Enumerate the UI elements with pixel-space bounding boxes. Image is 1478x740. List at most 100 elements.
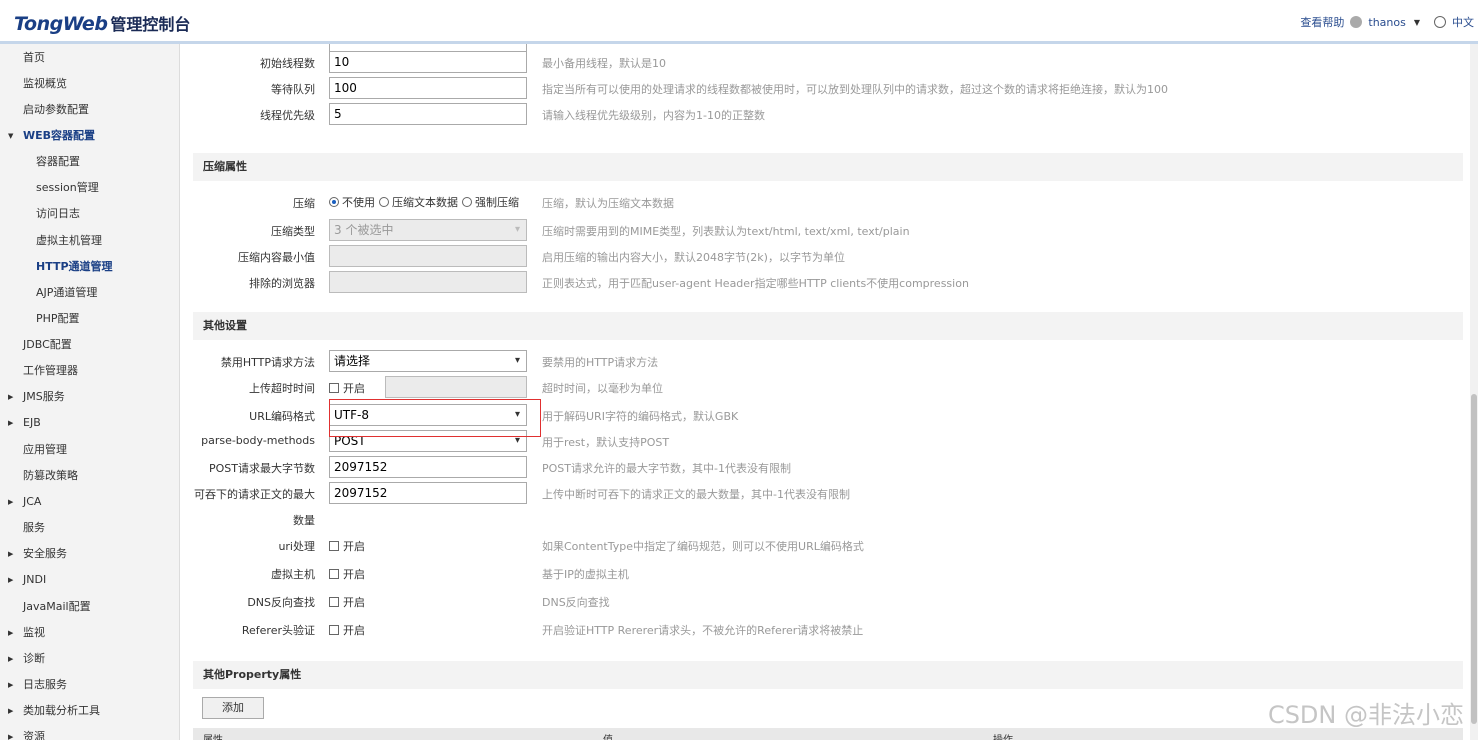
sidebar-item[interactable]: HTTP通道管理 (0, 254, 113, 280)
upload-timeout-input[interactable] (385, 376, 527, 398)
row-compression-min: 压缩内容最小值 启用压缩的输出内容大小，默认2048字节(2k)，以字节为单位 (193, 243, 1463, 269)
checkbox-label: 开启 (343, 596, 365, 609)
sidebar-item[interactable]: ▶ EJB (0, 410, 41, 436)
checkbox-label: 开启 (343, 568, 365, 581)
scrollbar-thumb[interactable] (1471, 394, 1477, 724)
chevron-right-icon[interactable]: ▶ (8, 384, 13, 410)
radio-no-compress[interactable] (329, 197, 339, 207)
sidebar-item[interactable]: 访问日志 (0, 201, 80, 227)
row-upload-timeout: 上传超时时间 开启 超时时间，以毫秒为单位 (193, 374, 1463, 400)
sidebar-item[interactable]: ▶ 资源 (0, 724, 45, 740)
checkbox-label: 开启 (343, 540, 365, 553)
label-parse-body: parse-body-methods (201, 434, 315, 447)
sidebar-item[interactable]: 服务 (0, 515, 45, 541)
init-threads-input[interactable]: 10 (329, 51, 527, 73)
sidebar-item[interactable]: ▶ 监视 (0, 620, 45, 646)
hint-wait-queue: 指定当所有可以使用的处理请求的线程数都被使用时，可以放到处理队列中的请求数，超过… (542, 83, 1168, 96)
chevron-down-icon[interactable]: ▼ (8, 123, 13, 149)
sidebar-item[interactable]: ▶ JMS服务 (0, 384, 65, 410)
label-referer-check: Referer头验证 (241, 624, 315, 637)
sidebar-item[interactable]: ▶ 安全服务 (0, 541, 67, 567)
chevron-right-icon[interactable]: ▶ (8, 698, 13, 724)
radio-label: 压缩文本数据 (392, 196, 458, 209)
user-icon (1350, 16, 1363, 28)
language-switch[interactable]: 中文 (1452, 14, 1474, 30)
sidebar-item[interactable]: 虚拟主机管理 (0, 228, 102, 254)
logo-suffix: 管理控制台 (110, 15, 191, 34)
vertical-scrollbar[interactable] (1470, 44, 1478, 740)
label-exclude-browser: 排除的浏览器 (249, 277, 315, 290)
user-menu[interactable]: thanos (1368, 16, 1405, 29)
sidebar-item[interactable]: 首页 (0, 45, 45, 71)
label-swallow-max-2: 数量 (293, 514, 315, 527)
label-url-encoding: URL编码格式 (249, 410, 315, 423)
thread-priority-input[interactable]: 5 (329, 103, 527, 125)
sidebar-item[interactable]: 启动参数配置 (0, 97, 89, 123)
compression-type-select[interactable]: 3 个被选中 (329, 219, 527, 241)
add-property-button[interactable]: 添加 (202, 697, 264, 719)
chevron-right-icon[interactable]: ▶ (8, 672, 13, 698)
sidebar-item[interactable]: ▶ JNDI (0, 567, 46, 593)
chevron-down-icon[interactable]: ▼ (1414, 18, 1420, 27)
help-link[interactable]: 查看帮助 (1300, 14, 1344, 30)
main-content: 初始线程数 10 最小备用线程，默认是10 等待队列 100 指定当所有可以使用… (180, 44, 1470, 740)
sidebar-item[interactable]: 监视概览 (0, 71, 67, 97)
sidebar-item[interactable]: 防篡改策略 (0, 463, 78, 489)
col-name: 属性 (203, 731, 223, 740)
hint-compression-min: 启用压缩的输出内容大小，默认2048字节(2k)，以字节为单位 (542, 251, 845, 264)
wait-queue-input[interactable]: 100 (329, 77, 527, 99)
sidebar-item-label: 服务 (23, 521, 45, 534)
sidebar-item-label: 日志服务 (23, 678, 67, 691)
exclude-browser-input[interactable] (329, 271, 527, 293)
post-max-input[interactable]: 2097152 (329, 456, 527, 478)
radio-force-compress[interactable] (462, 197, 472, 207)
sidebar-item[interactable]: ▼ WEB容器配置 (0, 123, 95, 149)
sidebar-item[interactable]: 容器配置 (0, 149, 80, 175)
sidebar-item-label: JDBC配置 (23, 338, 72, 351)
row-post-max: POST请求最大字节数 2097152 POST请求允许的最大字节数，其中-1代… (193, 454, 1463, 480)
sidebar-item[interactable]: 应用管理 (0, 437, 67, 463)
label-dns-lookup: DNS反向查找 (247, 596, 315, 609)
row-exclude-browser: 排除的浏览器 正则表达式，用于匹配user-agent Header指定哪些HT… (193, 269, 1463, 295)
referer-check-toggle: 开启 (329, 622, 365, 638)
sidebar-item-label: 首页 (23, 51, 45, 64)
uri-handling-checkbox[interactable] (329, 541, 339, 551)
sidebar-item[interactable]: ▶ 日志服务 (0, 672, 67, 698)
row-referer-check: Referer头验证 开启 开启验证HTTP Rererer请求头，不被允许的R… (193, 616, 1463, 642)
label-uri-handling: uri处理 (278, 540, 315, 553)
chevron-right-icon[interactable]: ▶ (8, 541, 13, 567)
dns-lookup-checkbox[interactable] (329, 597, 339, 607)
chevron-right-icon[interactable]: ▶ (8, 567, 13, 593)
hint-disable-method: 要禁用的HTTP请求方法 (542, 356, 659, 369)
upload-timeout-checkbox[interactable] (329, 383, 339, 393)
sidebar-item[interactable]: 工作管理器 (0, 358, 78, 384)
radio-compress-text[interactable] (379, 197, 389, 207)
row-init-threads: 初始线程数 10 最小备用线程，默认是10 (193, 49, 1463, 75)
sidebar-item[interactable]: JavaMail配置 (0, 594, 91, 620)
virtual-host-checkbox[interactable] (329, 569, 339, 579)
sidebar-item[interactable]: PHP配置 (0, 306, 80, 332)
chevron-right-icon[interactable]: ▶ (8, 646, 13, 672)
sidebar-item[interactable]: ▶ 类加载分析工具 (0, 698, 100, 724)
chevron-right-icon[interactable]: ▶ (8, 410, 13, 436)
disable-method-select[interactable]: 请选择 (329, 350, 527, 372)
chevron-right-icon[interactable]: ▶ (8, 489, 13, 515)
sidebar-item[interactable]: AJP通道管理 (0, 280, 97, 306)
sidebar-item-label: 监视概览 (23, 77, 67, 90)
label-post-max: POST请求最大字节数 (209, 462, 315, 475)
label-wait-queue: 等待队列 (271, 83, 315, 96)
sidebar-item[interactable]: session管理 (0, 175, 99, 201)
upload-timeout-toggle: 开启 (329, 380, 365, 396)
chevron-right-icon[interactable]: ▶ (8, 620, 13, 646)
chevron-right-icon[interactable]: ▶ (8, 724, 13, 740)
sidebar-item[interactable]: JDBC配置 (0, 332, 72, 358)
referer-check-checkbox[interactable] (329, 625, 339, 635)
sidebar-item[interactable]: ▶ 诊断 (0, 646, 45, 672)
row-compression-type: 压缩类型 3 个被选中 压缩时需要用到的MIME类型，列表默认为text/htm… (193, 217, 1463, 243)
sidebar-item-label: session管理 (36, 181, 99, 194)
hint-dns-lookup: DNS反向查找 (542, 596, 610, 609)
compression-min-input[interactable] (329, 245, 527, 267)
swallow-max-input[interactable]: 2097152 (329, 482, 527, 504)
label-init-threads: 初始线程数 (260, 57, 315, 70)
sidebar-item[interactable]: ▶ JCA (0, 489, 41, 515)
